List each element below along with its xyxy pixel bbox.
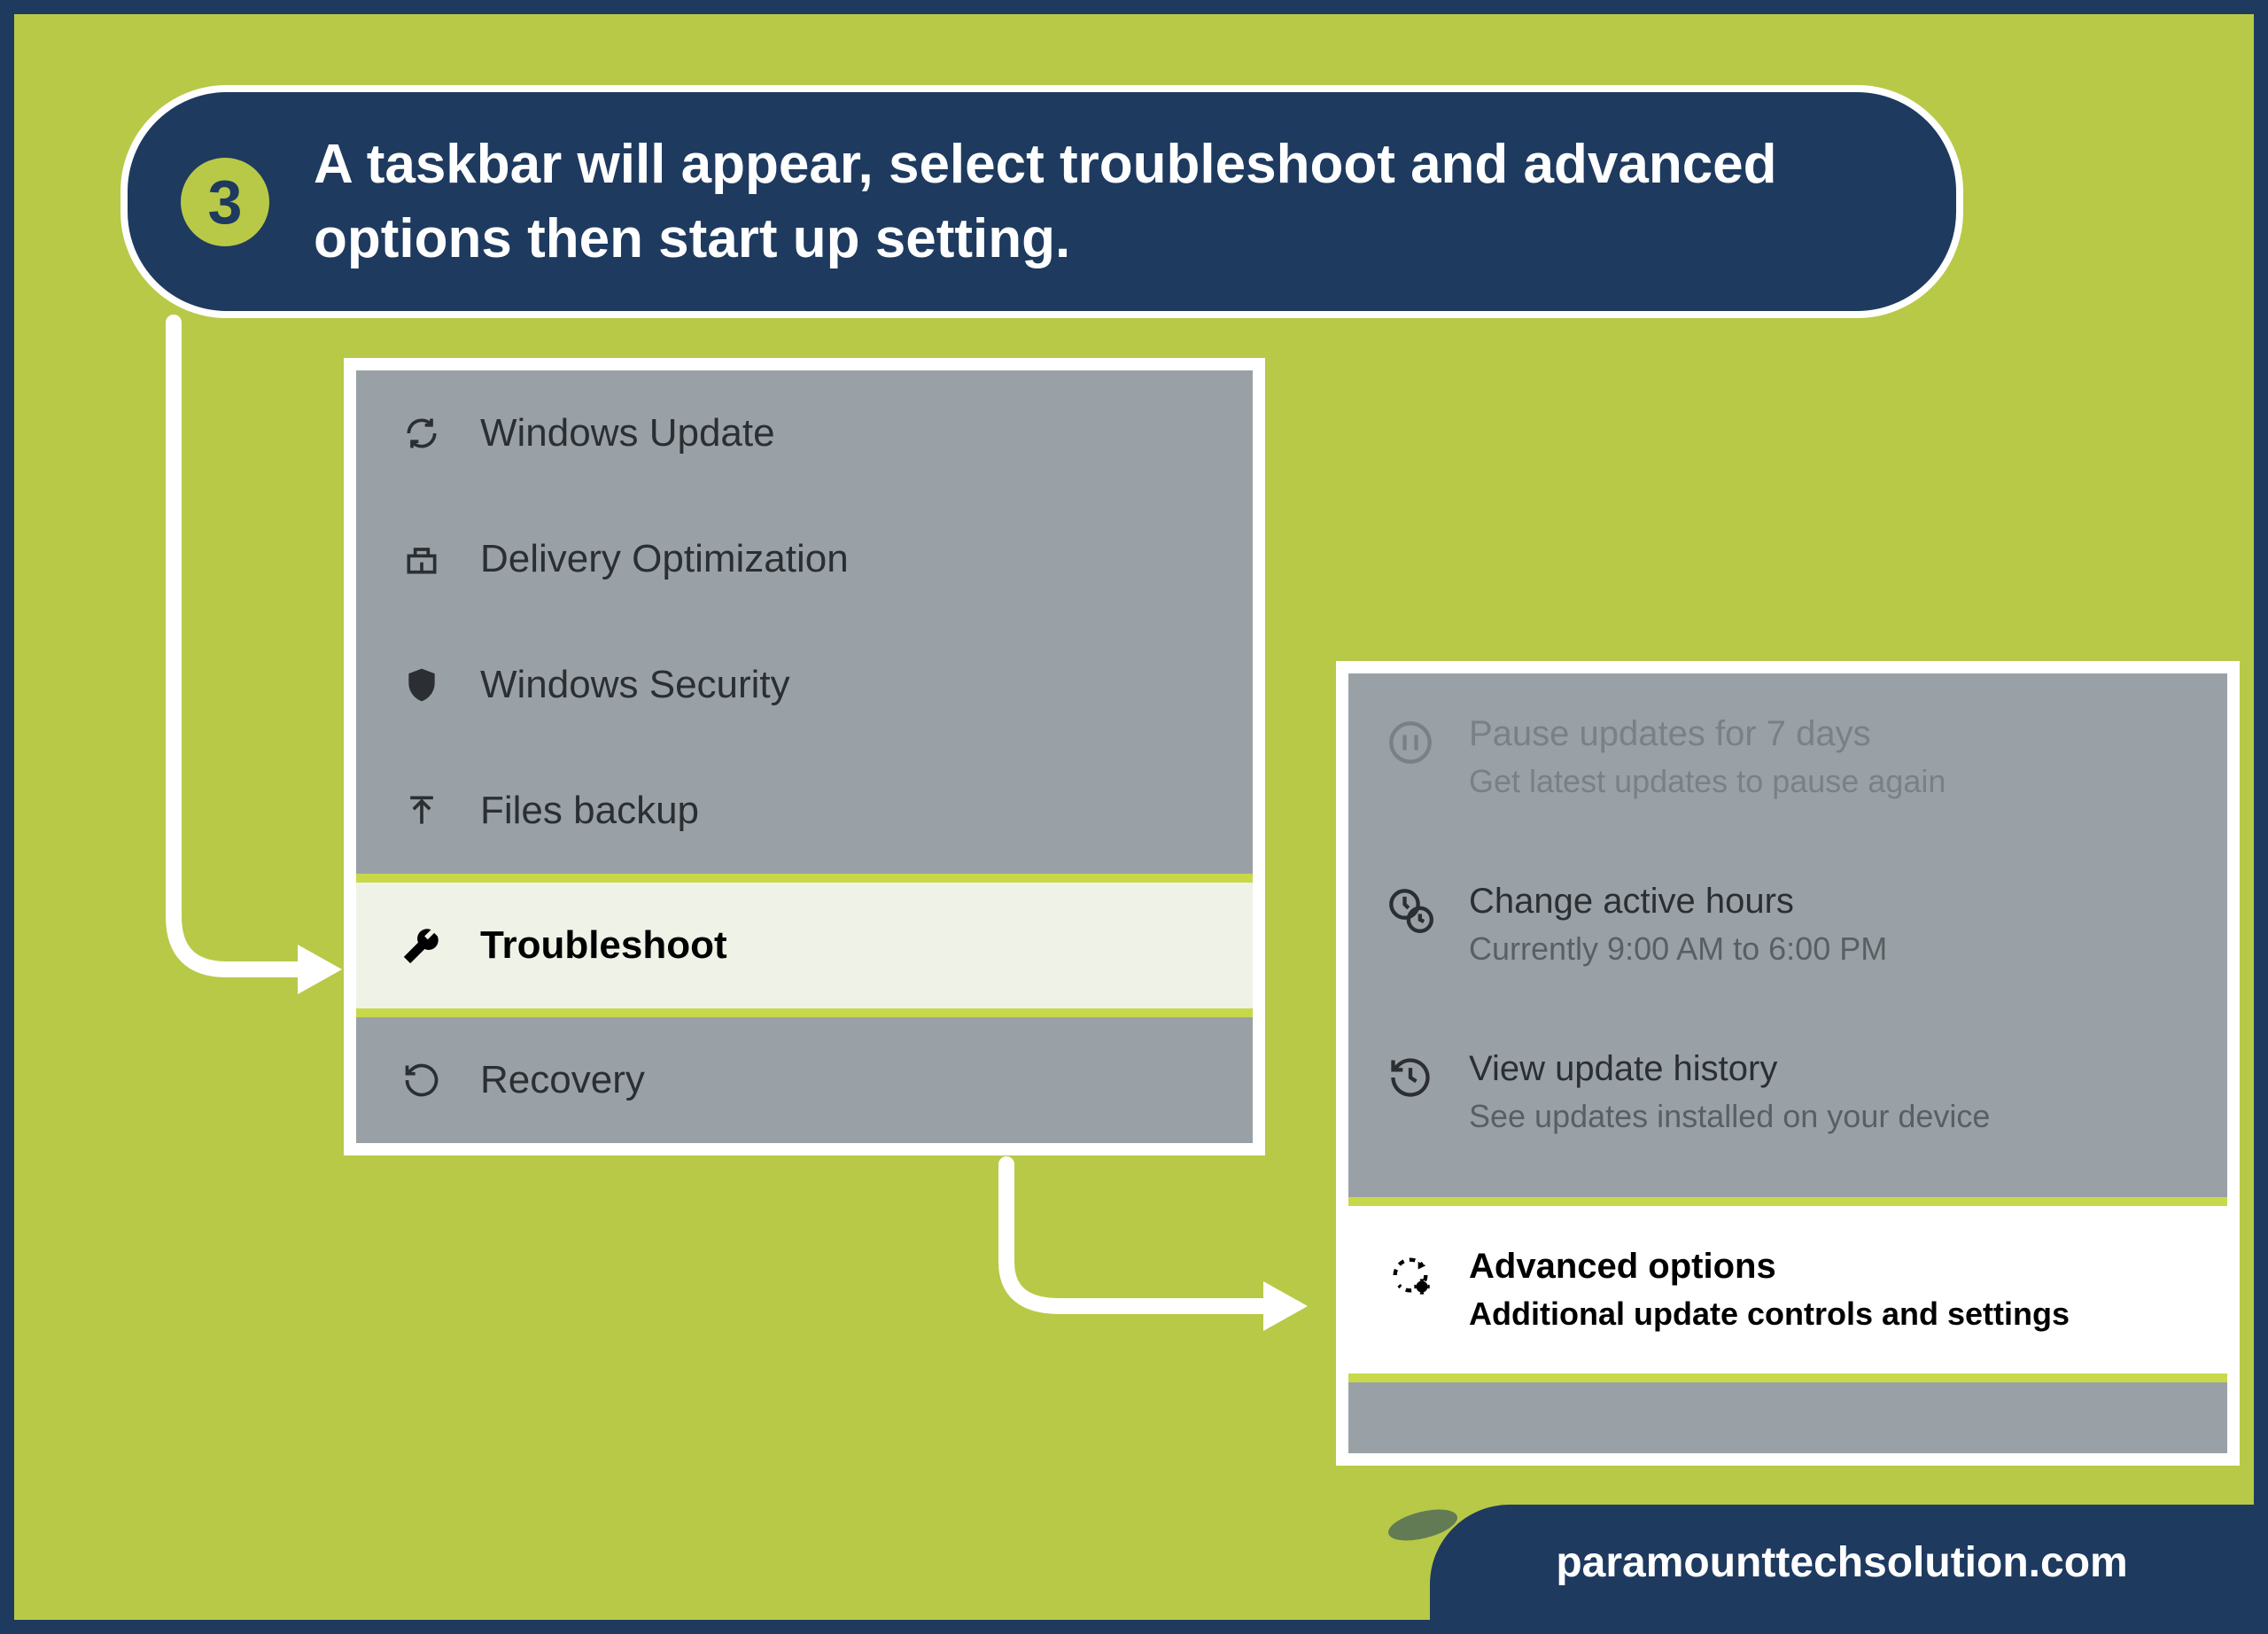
- upload-icon: [400, 790, 443, 832]
- option-pause-updates[interactable]: Pause updates for 7 days Get latest upda…: [1348, 673, 2227, 841]
- sidebar-item-label: Windows Security: [480, 663, 790, 707]
- pause-icon: [1387, 720, 1433, 766]
- settings-sidebar-panel: Windows Update Delivery Optimization Win…: [344, 358, 1265, 1155]
- advanced-icon: [1387, 1252, 1433, 1298]
- option-title: Change active hours: [1469, 882, 1887, 922]
- sidebar-item-label: Files backup: [480, 789, 699, 833]
- step-number-badge: 3: [181, 158, 269, 246]
- option-title: View update history: [1469, 1049, 1990, 1089]
- option-title: Pause updates for 7 days: [1469, 714, 1946, 754]
- sidebar-item-label: Delivery Optimization: [480, 537, 849, 581]
- option-title: Advanced options: [1469, 1247, 2070, 1287]
- option-change-active-hours[interactable]: Change active hours Currently 9:00 AM to…: [1348, 841, 2227, 1008]
- option-subtitle: Get latest updates to pause again: [1469, 763, 1946, 800]
- history-icon: [1387, 1054, 1433, 1101]
- option-subtitle: See updates installed on your device: [1469, 1098, 1990, 1135]
- sidebar-item-label: Windows Update: [480, 411, 775, 455]
- option-advanced-options[interactable]: Advanced options Additional update contr…: [1348, 1197, 2227, 1382]
- recovery-icon: [400, 1059, 443, 1101]
- step-header: 3 A taskbar will appear, select troubles…: [120, 85, 1963, 318]
- sidebar-item-delivery-optimization[interactable]: Delivery Optimization: [356, 496, 1253, 622]
- shield-icon: [400, 664, 443, 706]
- wrench-icon: [400, 924, 443, 967]
- sidebar-item-troubleshoot[interactable]: Troubleshoot: [356, 874, 1253, 1017]
- sidebar-item-label: Troubleshoot: [480, 923, 727, 968]
- clock-icon: [1387, 887, 1433, 933]
- option-view-update-history[interactable]: View update history See updates installe…: [1348, 1008, 2227, 1176]
- delivery-icon: [400, 538, 443, 580]
- option-subtitle: Currently 9:00 AM to 6:00 PM: [1469, 930, 1887, 968]
- arrow-step-to-left-panel: [147, 314, 360, 1023]
- sidebar-item-recovery[interactable]: Recovery: [356, 1017, 1253, 1143]
- footer-url: paramounttechsolution.com: [1556, 1538, 2127, 1587]
- sidebar-item-label: Recovery: [480, 1058, 645, 1102]
- arrow-left-to-right-panel: [971, 1155, 1343, 1333]
- refresh-icon: [400, 412, 443, 455]
- update-options-panel: Pause updates for 7 days Get latest upda…: [1336, 661, 2240, 1466]
- sidebar-item-windows-security[interactable]: Windows Security: [356, 622, 1253, 748]
- option-subtitle: Additional update controls and settings: [1469, 1296, 2070, 1333]
- step-instruction-text: A taskbar will appear, select troublesho…: [314, 128, 1885, 276]
- sidebar-item-files-backup[interactable]: Files backup: [356, 748, 1253, 874]
- footer-brand: paramounttechsolution.com: [1430, 1505, 2254, 1620]
- sidebar-item-windows-update[interactable]: Windows Update: [356, 370, 1253, 496]
